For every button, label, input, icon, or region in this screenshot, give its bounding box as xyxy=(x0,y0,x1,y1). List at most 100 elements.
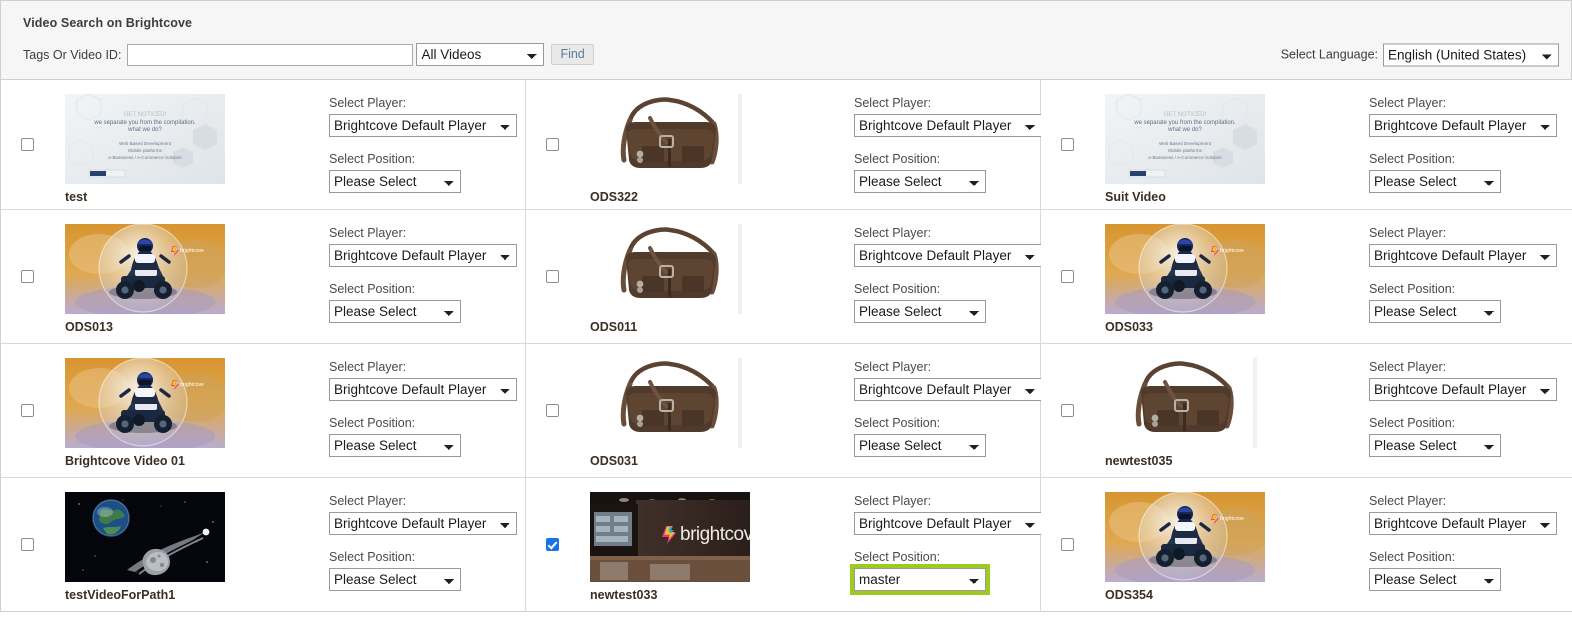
select-player-label: Select Player: xyxy=(329,96,407,110)
svg-text:GET NOTICED!: GET NOTICED! xyxy=(124,112,167,118)
options-spacer xyxy=(854,267,1042,282)
player-select[interactable]: Brightcove Default Player xyxy=(854,378,1042,401)
video-thumbnail-cell: brightcove newtest033 xyxy=(578,478,788,602)
position-select[interactable]: Please Select xyxy=(329,568,461,591)
player-select[interactable]: Brightcove Default Player xyxy=(329,244,517,267)
find-button[interactable]: Find xyxy=(551,44,594,65)
video-search-page: Video Search on Brightcove Tags Or Video… xyxy=(0,0,1572,628)
video-result-cell: newtest035 Select Player: Brightcove Defau… xyxy=(1041,344,1572,478)
video-thumbnail-corporate-slide-icon[interactable]: GET NOTICED! we separate you from the co… xyxy=(1105,94,1265,184)
svg-text:Mobile platforms: Mobile platforms xyxy=(128,148,162,153)
video-thumbnail-atv-bubble-icon[interactable]: brightcove xyxy=(1105,492,1265,582)
video-thumbnail-leather-bag-icon[interactable] xyxy=(590,224,750,314)
video-thumbnail-leather-bag-icon[interactable] xyxy=(1105,358,1265,448)
video-name-label: ODS322 xyxy=(590,190,638,204)
video-thumbnail-leather-bag-icon[interactable] xyxy=(590,94,750,184)
video-select-checkbox[interactable] xyxy=(545,270,559,283)
select-player-label: Select Player: xyxy=(854,226,932,240)
select-position-label: Select Position: xyxy=(329,152,416,166)
video-select-cell xyxy=(1,210,53,343)
select-position-label: Select Position: xyxy=(1369,416,1456,430)
svg-text:e-Bussiness / e-Commerce Solut: e-Bussiness / e-Commerce Solution xyxy=(108,155,182,160)
svg-text:we separate you from the compi: we separate you from the compilation. xyxy=(93,120,196,126)
svg-text:Mobile platforms: Mobile platforms xyxy=(1168,148,1202,153)
select-position-label: Select Position: xyxy=(329,416,416,430)
tags-or-video-id-label: Tags Or Video ID: xyxy=(23,47,122,62)
position-select[interactable]: Please Select xyxy=(329,170,461,193)
video-options-cell: Select Player: Brightcove Default Player S… xyxy=(263,478,525,591)
video-select-checkbox[interactable] xyxy=(545,538,559,551)
video-select-cell xyxy=(526,478,578,611)
options-spacer xyxy=(329,401,525,416)
video-result-cell: testVideoForPath1 Select Player: Brightcov… xyxy=(1,478,526,612)
video-select-checkbox[interactable] xyxy=(1060,404,1074,417)
position-select[interactable]: Please Select xyxy=(1369,434,1501,457)
options-spacer xyxy=(1369,137,1572,152)
video-scope-select[interactable]: All Videos xyxy=(416,43,545,66)
player-select[interactable]: Brightcove Default Player xyxy=(854,244,1042,267)
language-select[interactable]: English (United States) xyxy=(1383,43,1559,66)
video-select-cell xyxy=(1041,344,1093,477)
video-thumbnail-atv-bubble-icon[interactable]: brightcove xyxy=(65,358,225,448)
svg-text:Web Based Development: Web Based Development xyxy=(1159,141,1212,146)
select-language-label: Select Language: xyxy=(1280,47,1378,62)
position-select[interactable]: Please Select xyxy=(1369,170,1501,193)
player-select[interactable]: Brightcove Default Player xyxy=(329,512,517,535)
video-select-checkbox[interactable] xyxy=(1060,270,1074,283)
video-select-checkbox[interactable] xyxy=(545,138,559,151)
video-result-cell: ODS031 Select Player: Brightcove Default P… xyxy=(526,344,1042,478)
search-panel: Video Search on Brightcove Tags Or Video… xyxy=(0,0,1572,80)
video-result-cell: brightcove ODS033 Select Player: Brightcov… xyxy=(1041,210,1572,344)
select-position-label: Select Position: xyxy=(1369,550,1456,564)
player-select[interactable]: Brightcove Default Player xyxy=(854,512,1042,535)
video-select-cell xyxy=(526,80,578,209)
options-spacer xyxy=(854,137,1042,152)
position-select[interactable]: Please Select xyxy=(329,300,461,323)
video-thumbnail-corporate-slide-icon[interactable]: GET NOTICED! we separate you from the co… xyxy=(65,94,225,184)
video-select-checkbox[interactable] xyxy=(1060,138,1074,151)
select-player-label: Select Player: xyxy=(1369,96,1447,110)
video-result-cell: brightcove Brightcove Video 01 Select Pla… xyxy=(1,344,526,478)
video-thumbnail-cell: testVideoForPath1 xyxy=(53,478,263,602)
tags-or-video-id-input[interactable] xyxy=(127,43,414,66)
player-select[interactable]: Brightcove Default Player xyxy=(1369,114,1557,137)
video-results-grid: GET NOTICED! we separate you from the co… xyxy=(0,80,1572,612)
video-select-checkbox[interactable] xyxy=(20,270,34,283)
video-thumbnail-atv-bubble-icon[interactable]: brightcove xyxy=(65,224,225,314)
video-select-checkbox[interactable] xyxy=(20,538,34,551)
player-select[interactable]: Brightcove Default Player xyxy=(1369,378,1557,401)
player-select[interactable]: Brightcove Default Player xyxy=(854,114,1042,137)
position-select[interactable]: master xyxy=(850,564,990,595)
position-select[interactable]: Please Select xyxy=(329,434,461,457)
position-select[interactable]: Please Select xyxy=(854,170,986,193)
player-select[interactable]: Brightcove Default Player xyxy=(329,378,517,401)
video-thumbnail-earth-asteroid-icon[interactable] xyxy=(65,492,225,582)
video-thumbnail-brightcove-office-icon[interactable]: brightcove xyxy=(590,492,750,582)
select-player-label: Select Player: xyxy=(854,360,932,374)
video-select-checkbox[interactable] xyxy=(1060,538,1074,551)
video-name-label: Brightcove Video 01 xyxy=(65,454,185,468)
video-thumbnail-cell: ODS322 xyxy=(578,80,788,204)
position-select[interactable]: Please Select xyxy=(854,434,986,457)
video-options-cell: Select Player: Brightcove Default Player S… xyxy=(788,210,1042,323)
player-select[interactable]: Brightcove Default Player xyxy=(329,114,517,137)
player-select[interactable]: Brightcove Default Player xyxy=(1369,512,1557,535)
video-select-checkbox[interactable] xyxy=(20,138,34,151)
video-select-checkbox[interactable] xyxy=(545,404,559,417)
options-spacer xyxy=(854,535,1042,550)
video-result-cell: ODS011 Select Player: Brightcove Default P… xyxy=(526,210,1042,344)
position-select[interactable]: Please Select xyxy=(1369,300,1501,323)
position-select[interactable]: Please Select xyxy=(1369,568,1501,591)
video-thumbnail-atv-bubble-icon[interactable]: brightcove xyxy=(1105,224,1265,314)
player-select[interactable]: Brightcove Default Player xyxy=(1369,244,1557,267)
video-options-cell: Select Player: Brightcove Default Player S… xyxy=(1303,478,1572,591)
video-name-label: testVideoForPath1 xyxy=(65,588,176,602)
video-result-cell: ODS322 Select Player: Brightcove Default P… xyxy=(526,80,1042,210)
video-select-cell xyxy=(1041,478,1093,611)
position-select[interactable]: Please Select xyxy=(854,300,986,323)
video-select-checkbox[interactable] xyxy=(20,404,34,417)
options-spacer xyxy=(329,137,525,152)
video-options-cell: Select Player: Brightcove Default Player S… xyxy=(1303,80,1572,193)
select-player-label: Select Player: xyxy=(1369,226,1447,240)
video-thumbnail-leather-bag-icon[interactable] xyxy=(590,358,750,448)
